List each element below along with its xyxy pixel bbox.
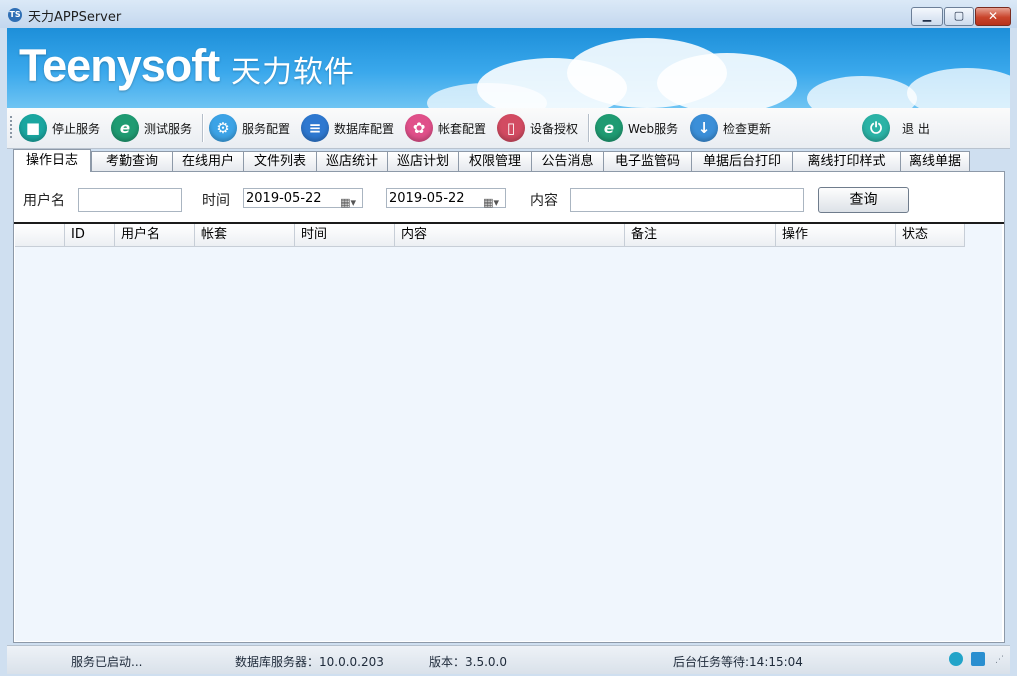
column-header-status[interactable]: 状态 [896,224,965,246]
check-update-label: 检查更新 [723,121,772,136]
column-header-remark[interactable]: 备注 [625,224,776,246]
version-text: 版本：3.5.0.0 [429,655,507,669]
service-status-text: 服务已启动... [71,655,143,669]
tab-patrol-stats[interactable]: 巡店统计 [316,151,388,171]
device-auth-label: 设备授权 [530,121,579,136]
cloud-decoration [907,68,1010,108]
column-header-selector[interactable] [15,224,65,246]
username-label: 用户名 [23,193,65,209]
cloud-decoration [657,53,797,108]
column-header-id[interactable]: ID [65,224,115,246]
monitor-icon[interactable] [971,652,985,666]
tab-permissions[interactable]: 权限管理 [458,151,532,171]
table-header: ID 用户名 帐套 时间 内容 备注 操作 状态 [15,224,965,247]
close-icon: ✕ [987,9,999,23]
background-task-text: 后台任务等待:14:15:04 [673,655,803,669]
exit-button[interactable]: ⏻ 退 出 [862,113,930,143]
device-icon: ▯ [497,114,525,142]
query-button[interactable]: 查询 [818,187,909,213]
username-input[interactable] [78,188,182,212]
test-service-label: 测试服务 [144,121,193,136]
toolbar-separator [588,114,590,142]
tab-patrol-plan[interactable]: 巡店计划 [387,151,459,171]
device-auth-button[interactable]: ▯ 设备授权 [497,113,578,143]
tab-offline-documents[interactable]: 离线单据 [900,151,970,171]
db-server-text: 数据库服务器：10.0.0.203 [235,655,384,669]
service-config-icon: ⚙ [209,114,237,142]
calendar-dropdown-icon[interactable]: ▦▾ [340,193,356,213]
time-label: 时间 [202,193,230,209]
search-bar: 用户名 时间 2019-05-22 ▦▾ 2019-05-22 ▦▾ 内容 查询 [14,172,1004,224]
content-label: 内容 [530,193,558,209]
minimize-button[interactable]: ▁ [911,7,943,26]
service-config-label: 服务配置 [242,121,291,136]
tab-attendance[interactable]: 考勤查询 [91,151,173,171]
database-config-label: 数据库配置 [334,121,395,136]
account-config-button[interactable]: ✿ 帐套配置 [405,113,486,143]
account-config-icon: ✿ [405,114,433,142]
column-header-username[interactable]: 用户名 [115,224,195,246]
close-button[interactable]: ✕ [975,7,1011,26]
database-icon: ≡ [301,114,329,142]
toolbar: ■ 停止服务 e 测试服务 ⚙ 服务配置 ≡ 数据库配置 ✿ 帐套配置 ▯ 设备… [7,108,1010,149]
column-header-time[interactable]: 时间 [295,224,395,246]
content-input[interactable] [570,188,804,212]
pause-icon[interactable] [949,652,963,666]
cloud-decoration [807,76,917,108]
power-icon: ⏻ [862,114,890,142]
resize-grip-icon[interactable]: ⋰ [995,655,1004,665]
maximize-icon: ▢ [953,9,965,22]
maximize-button[interactable]: ▢ [944,7,974,26]
toolbar-separator [202,114,204,142]
test-service-button[interactable]: e 测试服务 [111,113,192,143]
date-from-value: 2019-05-22 [246,191,322,206]
column-header-content[interactable]: 内容 [395,224,625,246]
title-bar[interactable]: TS 天力APPServer ▁ ▢ ✕ [0,0,1017,28]
web-service-label: Web服务 [628,121,679,136]
stop-service-label: 停止服务 [52,121,101,136]
tab-e-supervision-code[interactable]: 电子监管码 [603,151,692,171]
calendar-dropdown-icon[interactable]: ▦▾ [483,193,499,213]
download-icon: ↓ [690,114,718,142]
banner: Teenysoft 天力软件 [7,28,1010,108]
service-config-button[interactable]: ⚙ 服务配置 [209,113,290,143]
toolbar-grip[interactable] [10,116,12,140]
database-config-button[interactable]: ≡ 数据库配置 [301,113,394,143]
ie-icon: e [111,114,139,142]
column-header-action[interactable]: 操作 [776,224,896,246]
logo-chinese-text: 天力软件 [231,55,355,90]
tab-background-print[interactable]: 单据后台打印 [691,151,793,171]
account-config-label: 帐套配置 [438,121,487,136]
app-logo-icon: TS [8,8,22,22]
web-service-button[interactable]: e Web服务 [595,113,678,143]
date-to-picker[interactable]: 2019-05-22 ▦▾ [386,188,506,209]
tab-file-list[interactable]: 文件列表 [243,151,317,171]
logo-text: Teenysoft [19,40,220,91]
tab-panel: 用户名 时间 2019-05-22 ▦▾ 2019-05-22 ▦▾ 内容 查询… [13,171,1005,643]
tab-operation-log[interactable]: 操作日志 [13,149,91,172]
stop-icon: ■ [19,114,47,142]
status-bar: 服务已启动... 数据库服务器：10.0.0.203 版本：3.5.0.0 后台… [7,645,1010,674]
minimize-icon: ▁ [922,9,932,22]
date-from-picker[interactable]: 2019-05-22 ▦▾ [243,188,363,209]
exit-label: 退 出 [902,121,930,136]
web-icon: e [595,114,623,142]
stop-service-button[interactable]: ■ 停止服务 [19,113,100,143]
tab-online-users[interactable]: 在线用户 [172,151,244,171]
log-table[interactable]: ID 用户名 帐套 时间 内容 备注 操作 状态 [15,224,1002,641]
check-update-button[interactable]: ↓ 检查更新 [690,113,771,143]
tab-offline-print-style[interactable]: 离线打印样式 [792,151,901,171]
tab-announcements[interactable]: 公告消息 [531,151,604,171]
window-title: 天力APPServer [28,10,122,25]
app-window: TS 天力APPServer ▁ ▢ ✕ Teenysoft 天力软件 ■ 停止… [0,0,1017,676]
column-header-account[interactable]: 帐套 [195,224,295,246]
date-to-value: 2019-05-22 [389,191,465,206]
